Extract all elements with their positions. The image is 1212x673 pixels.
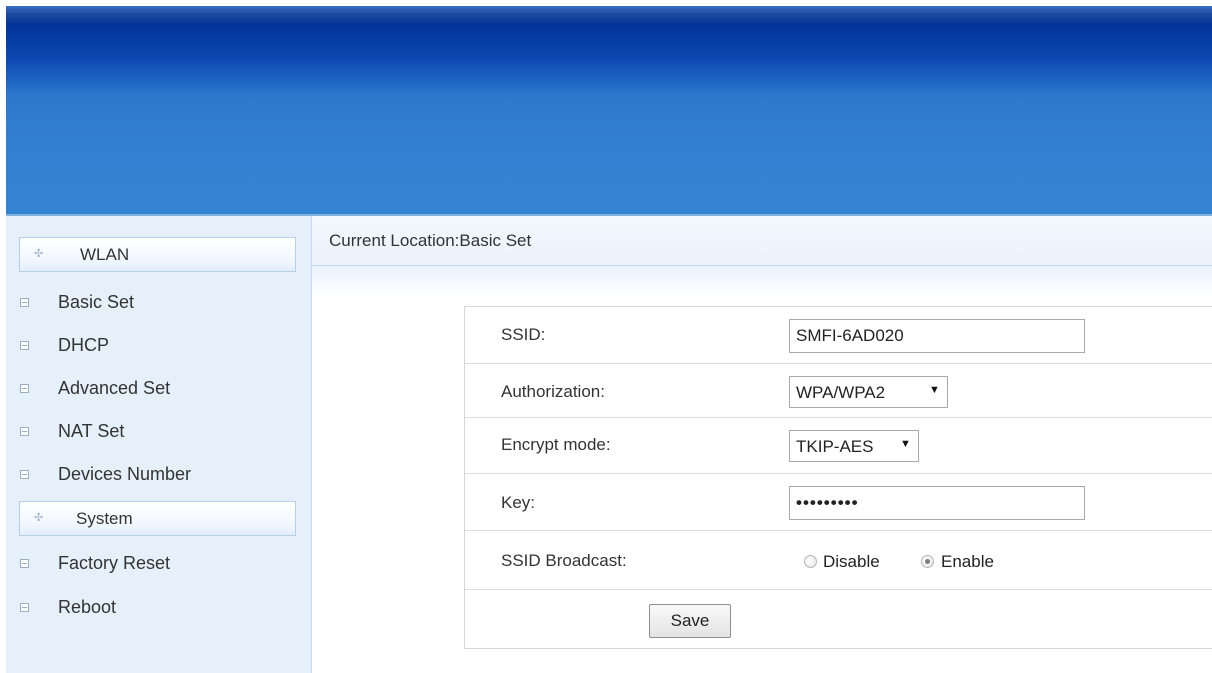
sidebar-item-reboot[interactable]: Reboot [6,595,306,625]
sidebar-item-factory-reset[interactable]: Factory Reset [6,551,306,581]
collapse-icon [20,470,29,479]
collapse-icon [20,341,29,350]
sidebar-item-nat-set[interactable]: NAT Set [6,419,306,449]
key-label: Key: [501,493,536,512]
authorization-select[interactable]: WPA/WPA2 ▼ [789,376,948,408]
sidebar-item-advanced-set[interactable]: Advanced Set [6,376,306,406]
ssid-input[interactable] [789,319,1085,353]
broadcast-disable-radio[interactable] [804,555,817,568]
dropdown-arrow-icon: ▼ [900,438,911,450]
basic-set-form: SSID: Authorization: WPA/WPA2 ▼ Encrypt … [464,306,1212,649]
sidebar-group-label: System [76,509,133,528]
collapse-icon [20,603,29,612]
header-banner [6,6,1212,214]
save-button[interactable]: Save [649,604,731,638]
expand-icon: ✣ [34,512,44,524]
collapse-icon [20,427,29,436]
authorization-row: Authorization: WPA/WPA2 ▼ [465,364,1212,418]
sidebar-group-system[interactable]: ✣ System [19,501,296,536]
collapse-icon [20,559,29,568]
sidebar-item-devices-number[interactable]: Devices Number [6,462,306,492]
encrypt-mode-label: Encrypt mode: [501,435,611,454]
ssid-label: SSID: [501,325,546,344]
sidebar-item-basic-set[interactable]: Basic Set [6,290,306,320]
sidebar-group-label: WLAN [80,245,130,264]
sidebar-item-label: Devices Number [58,464,192,484]
authorization-label: Authorization: [501,382,605,401]
save-row: Save [465,590,1212,649]
sidebar-item-label: NAT Set [58,421,125,441]
dropdown-arrow-icon: ▼ [929,384,940,396]
ssid-broadcast-row: SSID Broadcast: Disable Enable [465,531,1212,590]
encrypt-mode-value: TKIP-AES [796,437,874,456]
sidebar-item-dhcp[interactable]: DHCP [6,333,306,363]
location-bar: Current Location:Basic Set [312,216,1212,266]
sidebar: ✣ WLAN Basic Set DHCP Advanced Set NAT S… [6,216,312,673]
broadcast-disable-label: Disable [823,552,880,571]
key-input[interactable] [789,486,1085,520]
sidebar-item-label: DHCP [58,335,110,355]
sidebar-item-label: Factory Reset [58,553,171,573]
ssid-row: SSID: [465,307,1212,364]
encrypt-mode-select[interactable]: TKIP-AES ▼ [789,430,919,462]
sidebar-item-label: Reboot [58,597,117,617]
broadcast-enable-label: Enable [941,552,994,571]
authorization-value: WPA/WPA2 [796,383,886,402]
ssid-broadcast-label: SSID Broadcast: [501,551,627,570]
location-bar-shadow [312,266,1212,296]
sidebar-group-wlan[interactable]: ✣ WLAN [19,237,296,272]
sidebar-item-label: Basic Set [58,292,135,312]
broadcast-enable-radio[interactable] [921,555,934,568]
expand-icon: ✣ [34,248,44,260]
sidebar-item-label: Advanced Set [58,378,171,398]
encrypt-mode-row: Encrypt mode: TKIP-AES ▼ [465,418,1212,474]
collapse-icon [20,384,29,393]
key-row: Key: [465,474,1212,531]
current-location: Current Location:Basic Set [329,231,532,250]
collapse-icon [20,298,29,307]
